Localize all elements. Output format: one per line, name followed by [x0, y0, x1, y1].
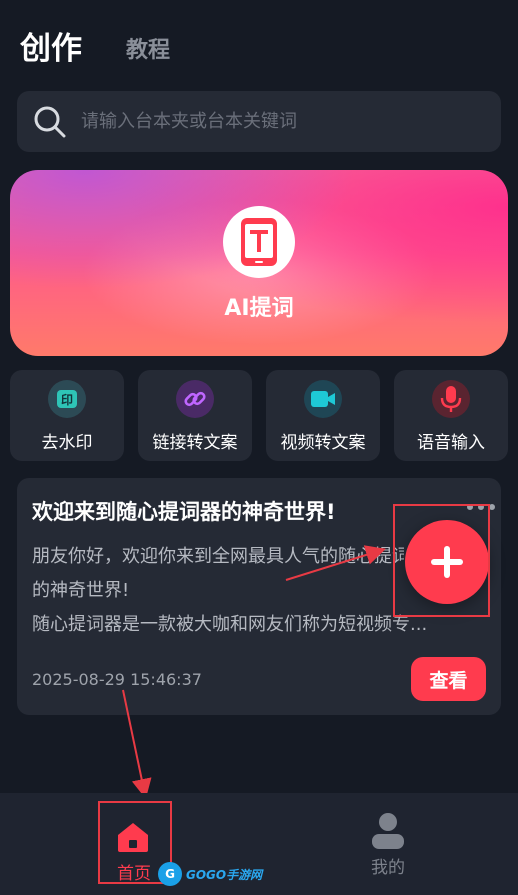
gogo-logo: G — [158, 862, 182, 886]
gogo-watermark: G GOGO手游网 — [158, 860, 262, 888]
watermark-text: GOGO手游网 — [186, 867, 263, 882]
user-icon — [372, 813, 404, 849]
nav-label: 我的 — [371, 858, 405, 878]
nav-mine[interactable]: 我的 — [350, 807, 426, 883]
annotation-arrows — [122, 545, 386, 799]
annotation-arrow-to-home — [122, 689, 152, 799]
annotation-arrow-to-add — [285, 545, 386, 581]
